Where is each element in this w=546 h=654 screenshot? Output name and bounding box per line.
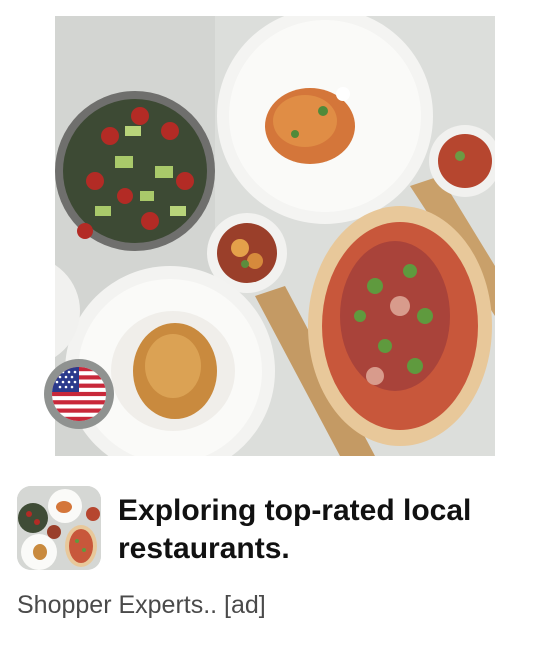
ad-thumbnail-image[interactable] (17, 486, 101, 570)
ad-title[interactable]: Exploring top-rated local restaurants. (118, 492, 528, 568)
country-flag-badge (44, 359, 114, 429)
ad-hero-image[interactable] (55, 16, 495, 456)
us-flag-icon (52, 367, 106, 421)
ad-source-label: Shopper Experts.. [ad] (17, 591, 266, 619)
